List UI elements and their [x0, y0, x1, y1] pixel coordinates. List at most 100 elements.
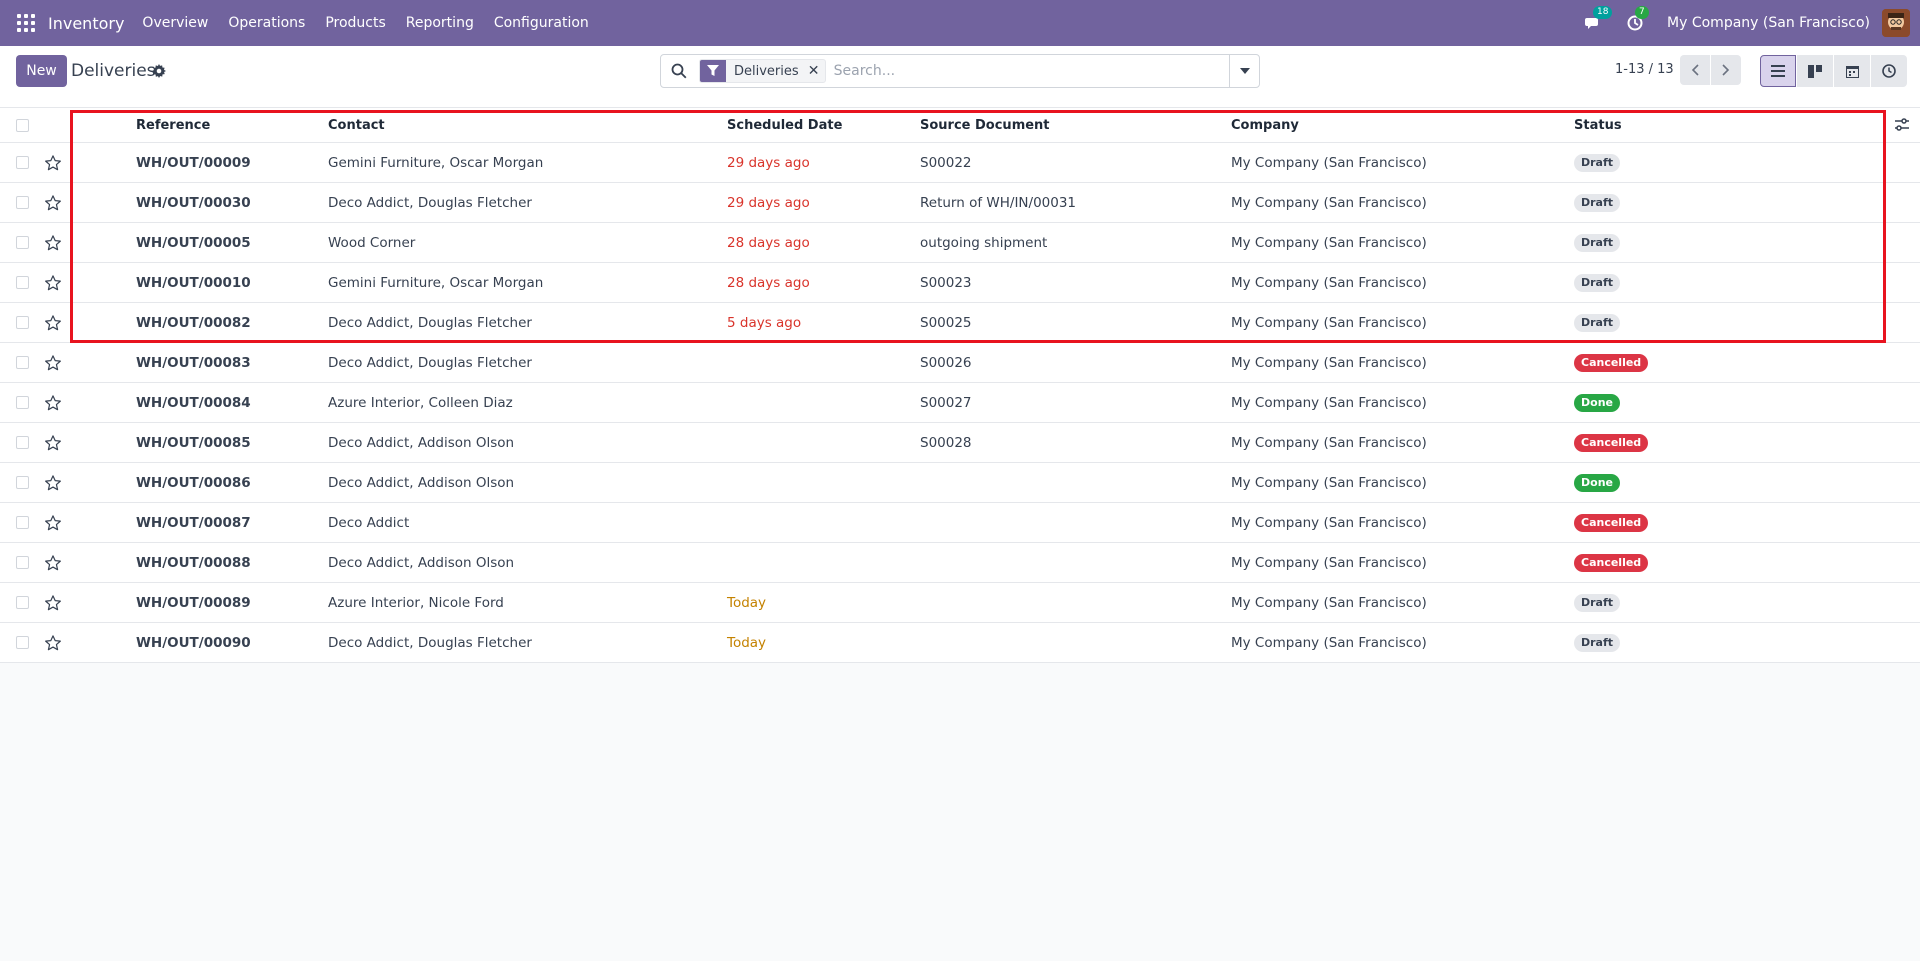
- status-badge: Draft: [1574, 273, 1621, 292]
- activities-button[interactable]: 7: [1625, 6, 1649, 33]
- table-row[interactable]: WH/OUT/00089 Azure Interior, Nicole Ford T…: [0, 583, 1920, 623]
- table-row[interactable]: WH/OUT/00005 Wood Corner 28 days ago outgoi…: [0, 223, 1920, 263]
- column-header-status[interactable]: Status: [1574, 118, 1622, 133]
- pager-value[interactable]: 1-13 / 13: [1615, 62, 1674, 77]
- cell-reference: WH/OUT/00084: [136, 394, 251, 411]
- cell-source-document: S00023: [920, 274, 972, 291]
- calendar-view-button[interactable]: [1834, 55, 1870, 87]
- row-checkbox[interactable]: [16, 476, 29, 489]
- cell-reference: WH/OUT/00085: [136, 434, 251, 451]
- cell-company: My Company (San Francisco): [1231, 514, 1427, 531]
- star-icon[interactable]: [44, 434, 62, 452]
- row-checkbox[interactable]: [16, 436, 29, 449]
- kanban-view-button[interactable]: [1797, 55, 1833, 87]
- star-icon[interactable]: [44, 634, 62, 652]
- star-icon[interactable]: [44, 354, 62, 372]
- search-bar: Deliveries ✕: [660, 54, 1260, 88]
- star-icon[interactable]: [44, 194, 62, 212]
- menu-operations[interactable]: Operations: [228, 15, 305, 31]
- cell-contact: Azure Interior, Colleen Diaz: [328, 394, 513, 411]
- star-icon[interactable]: [44, 554, 62, 572]
- row-checkbox[interactable]: [16, 596, 29, 609]
- cell-company: My Company (San Francisco): [1231, 274, 1427, 291]
- column-header-reference[interactable]: Reference: [136, 118, 210, 133]
- menu-reporting[interactable]: Reporting: [406, 15, 474, 31]
- menu-overview[interactable]: Overview: [142, 15, 208, 31]
- star-icon[interactable]: [44, 274, 62, 292]
- cell-status: Draft: [1574, 633, 1621, 652]
- cell-scheduled-date: 29 days ago: [727, 154, 810, 171]
- filter-facet-label: Deliveries: [734, 63, 799, 79]
- star-icon[interactable]: [44, 594, 62, 612]
- column-header-source-document[interactable]: Source Document: [920, 118, 1050, 133]
- cell-source-document: outgoing shipment: [920, 234, 1048, 251]
- cell-contact: Deco Addict, Addison Olson: [328, 554, 515, 571]
- cell-contact: Deco Addict: [328, 514, 410, 531]
- company-switcher[interactable]: My Company (San Francisco): [1667, 15, 1870, 31]
- table-row[interactable]: WH/OUT/00087 Deco Addict My Company (San F…: [0, 503, 1920, 543]
- cell-status: Done: [1574, 473, 1620, 492]
- status-badge: Cancelled: [1574, 513, 1649, 532]
- cell-contact: Deco Addict, Douglas Fletcher: [328, 354, 532, 371]
- row-checkbox[interactable]: [16, 636, 29, 649]
- cell-source-document: S00028: [920, 434, 972, 451]
- messages-button[interactable]: 18: [1583, 6, 1613, 33]
- table-row[interactable]: WH/OUT/00090 Deco Addict, Douglas Fletche…: [0, 623, 1920, 663]
- pager-previous-button[interactable]: [1680, 55, 1710, 85]
- table-row[interactable]: WH/OUT/00084 Azure Interior, Colleen Diaz…: [0, 383, 1920, 423]
- row-checkbox[interactable]: [16, 316, 29, 329]
- select-all-checkbox[interactable]: [16, 118, 29, 132]
- table-row[interactable]: WH/OUT/00088 Deco Addict, Addison Olson My…: [0, 543, 1920, 583]
- search-options-toggle[interactable]: [1229, 55, 1259, 87]
- table-row[interactable]: WH/OUT/00009 Gemini Furniture, Oscar Morg…: [0, 143, 1920, 183]
- row-checkbox[interactable]: [16, 516, 29, 529]
- search-icon[interactable]: [671, 63, 687, 79]
- star-icon[interactable]: [44, 234, 62, 252]
- optional-columns-icon[interactable]: [1894, 117, 1910, 133]
- column-header-scheduled-date[interactable]: Scheduled Date: [727, 118, 842, 133]
- cell-status: Draft: [1574, 273, 1621, 292]
- menu-products[interactable]: Products: [325, 15, 385, 31]
- row-checkbox[interactable]: [16, 276, 29, 289]
- cell-contact: Deco Addict, Douglas Fletcher: [328, 634, 532, 651]
- column-header-company[interactable]: Company: [1231, 118, 1299, 133]
- new-button[interactable]: New: [16, 55, 67, 87]
- row-checkbox[interactable]: [16, 356, 29, 369]
- cell-reference: WH/OUT/00005: [136, 234, 251, 251]
- row-checkbox[interactable]: [16, 156, 29, 169]
- table-row[interactable]: WH/OUT/00010 Gemini Furniture, Oscar Morg…: [0, 263, 1920, 303]
- cell-scheduled-date: 28 days ago: [727, 274, 810, 291]
- menu-configuration[interactable]: Configuration: [494, 15, 589, 31]
- list-header: Reference Contact Scheduled Date Source …: [0, 108, 1920, 143]
- table-row[interactable]: WH/OUT/00083 Deco Addict, Douglas Fletche…: [0, 343, 1920, 383]
- star-icon[interactable]: [44, 514, 62, 532]
- app-brand[interactable]: Inventory: [48, 14, 124, 33]
- star-icon[interactable]: [44, 314, 62, 332]
- cell-reference: WH/OUT/00086: [136, 474, 251, 491]
- user-avatar[interactable]: [1882, 9, 1910, 37]
- cell-contact: Deco Addict, Douglas Fletcher: [328, 194, 532, 211]
- table-row[interactable]: WH/OUT/00082 Deco Addict, Douglas Fletche…: [0, 303, 1920, 343]
- close-icon[interactable]: ✕: [807, 63, 825, 79]
- search-input[interactable]: [833, 56, 1229, 86]
- row-checkbox[interactable]: [16, 196, 29, 209]
- activity-view-button[interactable]: [1871, 55, 1907, 87]
- cell-status: Draft: [1574, 233, 1621, 252]
- caret-down-icon: [1239, 68, 1250, 74]
- row-checkbox[interactable]: [16, 396, 29, 409]
- messages-count-badge: 18: [1593, 6, 1613, 19]
- table-row[interactable]: WH/OUT/00030 Deco Addict, Douglas Fletche…: [0, 183, 1920, 223]
- app-grid-icon[interactable]: [17, 14, 35, 32]
- star-icon[interactable]: [44, 474, 62, 492]
- star-icon[interactable]: [44, 394, 62, 412]
- cell-scheduled-date: 5 days ago: [727, 314, 802, 331]
- gear-icon[interactable]: [152, 64, 166, 78]
- star-icon[interactable]: [44, 154, 62, 172]
- row-checkbox[interactable]: [16, 556, 29, 569]
- row-checkbox[interactable]: [16, 236, 29, 249]
- table-row[interactable]: WH/OUT/00086 Deco Addict, Addison Olson My…: [0, 463, 1920, 503]
- list-view-button[interactable]: [1760, 55, 1796, 87]
- table-row[interactable]: WH/OUT/00085 Deco Addict, Addison Olson S0…: [0, 423, 1920, 463]
- column-header-contact[interactable]: Contact: [328, 118, 385, 133]
- pager-next-button[interactable]: [1711, 55, 1741, 85]
